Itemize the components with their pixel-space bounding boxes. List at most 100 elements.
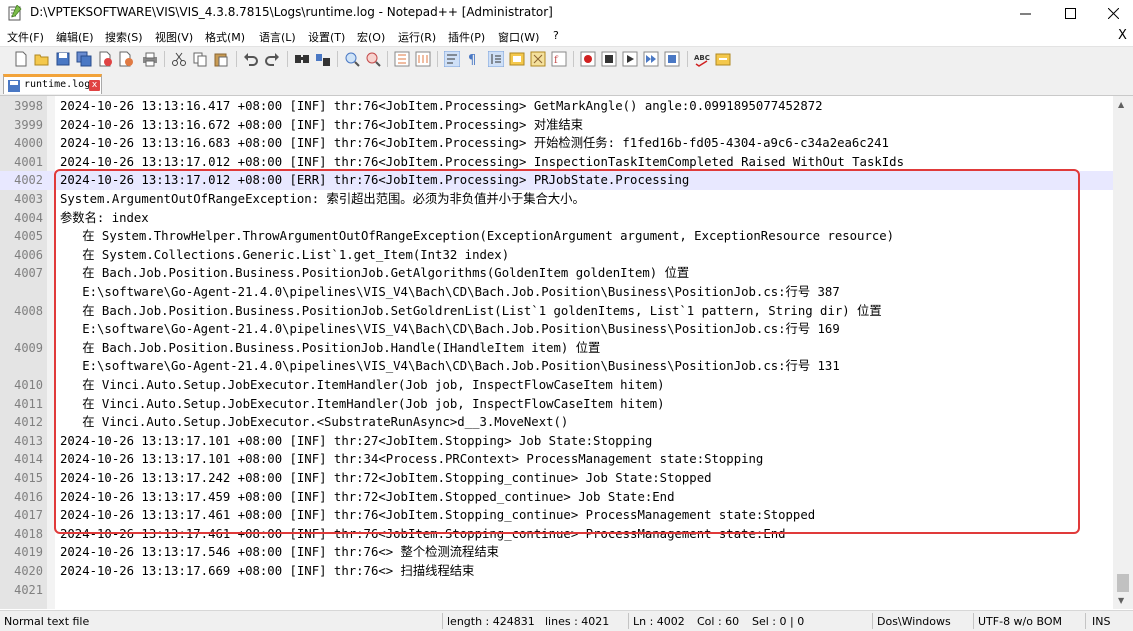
run-macro-multiple-icon[interactable]	[643, 51, 659, 67]
record-macro-icon[interactable]	[580, 51, 596, 67]
editor-line[interactable]: 3999 2024-10-26 13:13:16.672 +08:00 [INF]…	[0, 116, 1113, 135]
editor-line[interactable]: 4020 2024-10-26 13:13:17.669 +08:00 [INF]…	[0, 562, 1113, 581]
show-all-chars-icon[interactable]: ¶	[465, 51, 481, 67]
editor-line[interactable]: 4012 在 Vinci.Auto.Setup.JobExecutor.<Sub…	[0, 413, 1113, 432]
scrollbar-thumb[interactable]	[1117, 574, 1129, 592]
menu-run[interactable]: 运行(R)	[398, 29, 436, 45]
editor-line[interactable]: 4014 2024-10-26 13:13:17.101 +08:00 [INF]…	[0, 450, 1113, 469]
undo-icon[interactable]	[243, 51, 259, 67]
notepadpp-app-icon	[8, 5, 22, 21]
redo-icon[interactable]	[264, 51, 280, 67]
line-number: 4003	[14, 192, 43, 206]
menu-settings[interactable]: 设置(T)	[308, 29, 345, 45]
editor-line[interactable]: 4015 2024-10-26 13:13:17.242 +08:00 [INF]…	[0, 469, 1113, 488]
editor-line[interactable]: 4002 2024-10-26 13:13:17.012 +08:00 [ERR]…	[0, 171, 1113, 190]
menu-format[interactable]: 格式(M)	[205, 29, 245, 45]
menu-language[interactable]: 语言(L)	[259, 29, 296, 45]
editor-line[interactable]: 4009 在 Bach.Job.Position.Business.Positi…	[0, 339, 1113, 358]
close-window-button[interactable]	[1090, 0, 1133, 26]
replace-icon[interactable]	[315, 51, 331, 67]
editor-area[interactable]: 3998 2024-10-26 13:13:16.417 +08:00 [INF]…	[0, 96, 1133, 609]
cut-icon[interactable]	[171, 51, 187, 67]
svg-text:¶: ¶	[468, 53, 476, 67]
close-document-button[interactable]: X	[1118, 28, 1127, 43]
editor-line[interactable]: 4004 参数名: index	[0, 209, 1113, 228]
sync-horizontal-icon[interactable]	[415, 51, 431, 67]
function-list-icon[interactable]: f	[551, 51, 567, 67]
spellcheck-icon[interactable]: ABC	[694, 51, 710, 67]
editor-line[interactable]: 4003 System.ArgumentOutOfRangeException: …	[0, 190, 1113, 209]
editor-line[interactable]: E:\software\Go-Agent-21.4.0\pipelines\VI…	[0, 283, 1113, 302]
new-file-icon[interactable]	[13, 51, 29, 67]
editor-line[interactable]: E:\software\Go-Agent-21.4.0\pipelines\VI…	[0, 320, 1113, 339]
paste-icon[interactable]	[213, 51, 229, 67]
sync-vertical-icon[interactable]	[394, 51, 410, 67]
minimize-button[interactable]	[1002, 0, 1048, 26]
status-eol[interactable]: Dos\Windows	[877, 615, 951, 628]
copy-icon[interactable]	[192, 51, 208, 67]
editor-line[interactable]: 4000 2024-10-26 13:13:16.683 +08:00 [INF]…	[0, 134, 1113, 153]
indent-guide-icon[interactable]	[488, 51, 504, 67]
tab-runtime-log[interactable]: runtime.log x	[3, 74, 102, 94]
menu-plugins[interactable]: 插件(P)	[448, 29, 485, 45]
status-encoding[interactable]: UTF-8 w/o BOM	[978, 615, 1062, 628]
spellcheck-options-icon[interactable]	[715, 51, 731, 67]
menu-macro[interactable]: 宏(O)	[357, 29, 385, 45]
line-text: 2024-10-26 13:13:17.461 +08:00 [INF] thr…	[60, 508, 816, 523]
status-insert-mode[interactable]: INS	[1092, 615, 1110, 628]
line-number: 4021	[14, 582, 43, 597]
menu-edit[interactable]: 编辑(E)	[56, 29, 94, 45]
editor-line[interactable]: 3998 2024-10-26 13:13:16.417 +08:00 [INF]…	[0, 97, 1113, 116]
user-defined-language-icon[interactable]	[509, 51, 525, 67]
save-icon[interactable]	[55, 51, 71, 67]
editor-line[interactable]: 4011 在 Vinci.Auto.Setup.JobExecutor.Item…	[0, 395, 1113, 414]
line-number: 4019	[14, 545, 43, 560]
line-text: 2024-10-26 13:13:17.546 +08:00 [INF] thr…	[60, 545, 499, 560]
menu-window[interactable]: 窗口(W)	[498, 29, 539, 45]
line-text: 2024-10-26 13:13:17.669 +08:00 [INF] thr…	[60, 564, 475, 578]
vertical-scrollbar[interactable]: ▲ ▼	[1113, 96, 1133, 609]
zoom-out-icon[interactable]	[365, 51, 381, 67]
editor-line[interactable]: 4010 在 Vinci.Auto.Setup.JobExecutor.Item…	[0, 376, 1113, 395]
editor-line[interactable]: 4019 2024-10-26 13:13:17.546 +08:00 [INF]…	[0, 543, 1113, 562]
editor-line[interactable]: 4017 2024-10-26 13:13:17.461 +08:00 [INF]…	[0, 506, 1113, 525]
editor-line[interactable]: 4016 2024-10-26 13:13:17.459 +08:00 [INF]…	[0, 488, 1113, 507]
editor-line[interactable]: 4021	[0, 581, 1113, 600]
close-all-icon[interactable]	[118, 51, 134, 67]
menu-search[interactable]: 搜索(S)	[105, 29, 143, 45]
editor-line[interactable]: 4006 在 System.Collections.Generic.List`1…	[0, 246, 1113, 265]
menu-file[interactable]: 文件(F)	[7, 29, 44, 45]
print-icon[interactable]	[142, 51, 158, 67]
line-number: 4011	[14, 396, 43, 411]
editor-line[interactable]: 4013 2024-10-26 13:13:17.101 +08:00 [INF]…	[0, 432, 1113, 451]
tab-bar: runtime.log x	[0, 71, 1133, 96]
editor-line[interactable]: 4008 在 Bach.Job.Position.Business.Positi…	[0, 302, 1113, 321]
editor-line[interactable]: 4001 2024-10-26 13:13:17.012 +08:00 [INF]…	[0, 153, 1113, 172]
save-macro-icon[interactable]	[664, 51, 680, 67]
scroll-down-icon[interactable]: ▼	[1118, 596, 1124, 605]
line-number: 4009	[14, 340, 43, 355]
tab-close-button[interactable]: x	[89, 80, 100, 91]
editor-line[interactable]: 4018 2024-10-26 13:13:17.461 +08:00 [INF]…	[0, 525, 1113, 544]
menu-view[interactable]: 视图(V)	[155, 29, 193, 45]
zoom-in-icon[interactable]	[344, 51, 360, 67]
close-file-icon[interactable]	[97, 51, 113, 67]
stop-record-icon[interactable]	[601, 51, 617, 67]
play-macro-icon[interactable]	[622, 51, 638, 67]
menu-help[interactable]: ?	[553, 29, 559, 42]
editor-line[interactable]: 4007 在 Bach.Job.Position.Business.Positi…	[0, 264, 1113, 283]
editor-line[interactable]: E:\software\Go-Agent-21.4.0\pipelines\VI…	[0, 357, 1113, 376]
line-number: 4016	[14, 489, 43, 504]
editor-line[interactable]: 4005 在 System.ThrowHelper.ThrowArgumentO…	[0, 227, 1113, 246]
find-icon[interactable]	[294, 51, 310, 67]
maximize-button[interactable]	[1047, 0, 1093, 26]
toolbar: ¶ f ABC	[0, 46, 1133, 72]
word-wrap-icon[interactable]	[444, 51, 460, 67]
document-map-icon[interactable]	[530, 51, 546, 67]
open-file-icon[interactable]	[34, 51, 50, 67]
title-bar: D:\VPTEKSOFTWARE\VIS\VIS_4.3.8.7815\Logs…	[0, 0, 1133, 26]
status-column: Col : 60	[697, 615, 740, 628]
line-number: 4017	[14, 508, 43, 523]
save-all-icon[interactable]	[76, 51, 92, 67]
scroll-up-icon[interactable]: ▲	[1118, 100, 1124, 109]
